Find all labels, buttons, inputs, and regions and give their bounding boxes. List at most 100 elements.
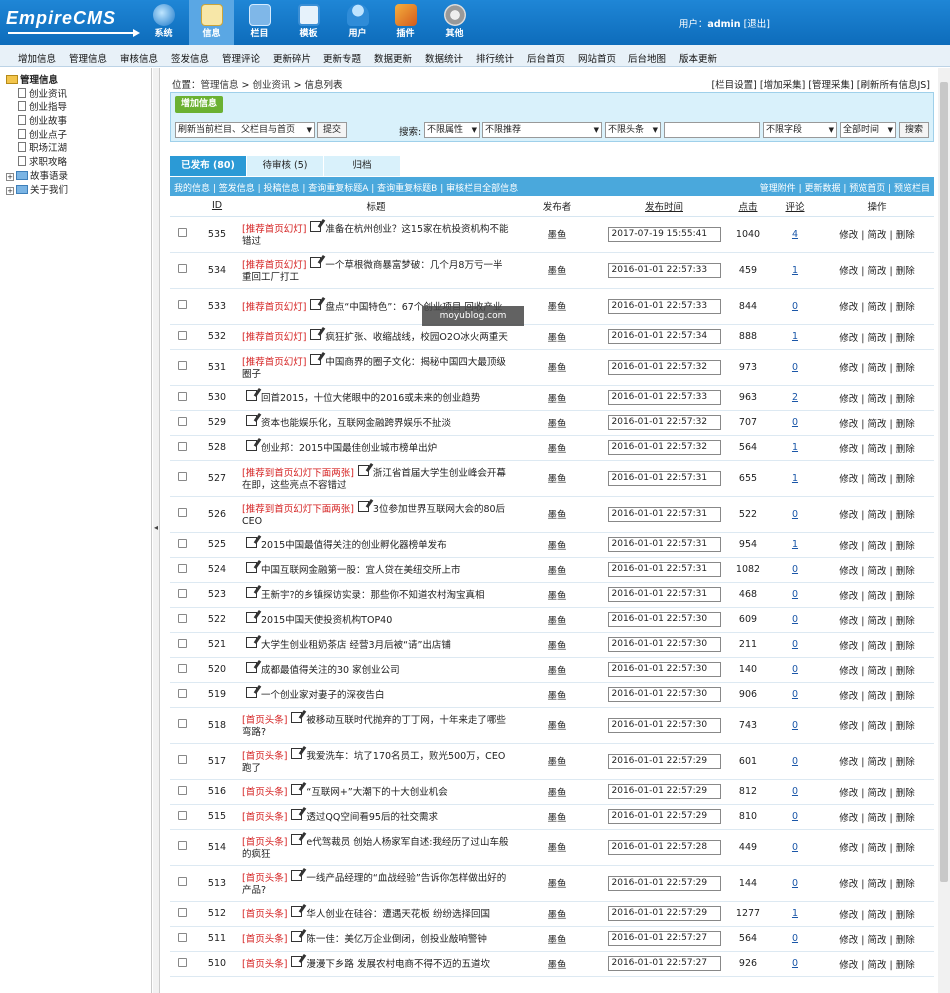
row-checkbox[interactable]: [177, 613, 187, 623]
delete-link[interactable]: 删除: [896, 541, 915, 552]
row-comments[interactable]: 0: [792, 614, 798, 625]
simple-edit-link[interactable]: 简改: [867, 541, 886, 552]
simple-edit-link[interactable]: 简改: [867, 788, 886, 799]
row-title[interactable]: 透过QQ空间看95后的社交需求: [306, 812, 438, 823]
edit-link[interactable]: 修改: [839, 843, 858, 854]
row-comments[interactable]: 1: [792, 473, 798, 484]
row-comments[interactable]: 1: [792, 908, 798, 919]
simple-edit-link[interactable]: 简改: [867, 879, 886, 890]
breadcrumb-manage-info[interactable]: 管理信息: [201, 80, 239, 91]
row-comments[interactable]: 4: [792, 229, 798, 240]
submit-button[interactable]: 提交: [317, 122, 347, 138]
delete-link[interactable]: 删除: [896, 757, 915, 768]
delete-link[interactable]: 删除: [896, 419, 915, 430]
edit-link[interactable]: 修改: [839, 813, 858, 824]
edit-link[interactable]: 修改: [839, 591, 858, 602]
delete-link[interactable]: 删除: [896, 721, 915, 732]
edit-link[interactable]: 修改: [839, 616, 858, 627]
row-title[interactable]: 陈一佳：美亿万企业倒闭，创投业敲响警钟: [306, 934, 487, 945]
breadcrumb-category[interactable]: 创业资讯: [253, 80, 291, 91]
row-checkbox[interactable]: [177, 330, 187, 340]
nav-plugin[interactable]: 插件: [383, 0, 428, 45]
add-info-button[interactable]: 增加信息: [175, 96, 223, 113]
row-comments[interactable]: 1: [792, 265, 798, 276]
expand-plus-icon[interactable]: +: [6, 172, 14, 181]
row-comments[interactable]: 0: [792, 589, 798, 600]
simple-edit-link[interactable]: 简改: [867, 566, 886, 577]
row-checkbox[interactable]: [177, 300, 187, 309]
delete-link[interactable]: 删除: [896, 266, 915, 277]
row-title[interactable]: 王新宇?的乡镇探访实录：那些你不知道农村淘宝真相: [261, 590, 485, 601]
edit-link[interactable]: 修改: [839, 333, 858, 344]
simple-edit-link[interactable]: 简改: [867, 333, 886, 344]
delete-link[interactable]: 删除: [896, 591, 915, 602]
row-comments[interactable]: 0: [792, 564, 798, 575]
tree-group[interactable]: + 故事语录: [6, 170, 68, 184]
tree-item[interactable]: 创业点子: [6, 128, 68, 143]
edit-link[interactable]: 修改: [839, 721, 858, 732]
edit-note-icon[interactable]: [246, 637, 257, 648]
row-comments[interactable]: 0: [792, 756, 798, 767]
nav-column[interactable]: 栏目: [237, 0, 282, 45]
row-comments[interactable]: 0: [792, 664, 798, 675]
row-comments[interactable]: 0: [792, 362, 798, 373]
tab-pending[interactable]: 待审核 (5): [247, 156, 323, 176]
delete-link[interactable]: 删除: [896, 691, 915, 702]
row-checkbox[interactable]: [177, 841, 187, 850]
row-comments[interactable]: 0: [792, 842, 798, 853]
recommend-select[interactable]: 不限推荐: [482, 122, 602, 138]
menu-admin-map[interactable]: 后台地图: [628, 51, 666, 65]
row-comments[interactable]: 0: [792, 689, 798, 700]
simple-edit-link[interactable]: 简改: [867, 666, 886, 677]
edit-link[interactable]: 修改: [839, 510, 858, 521]
delete-link[interactable]: 删除: [896, 616, 915, 627]
delete-link[interactable]: 删除: [896, 813, 915, 824]
edit-note-icon[interactable]: [310, 220, 322, 232]
keyword-input[interactable]: [664, 122, 760, 138]
row-checkbox[interactable]: [177, 441, 187, 451]
edit-note-icon[interactable]: [291, 906, 303, 917]
edit-note-icon[interactable]: [291, 956, 303, 967]
collapse-arrow-icon[interactable]: ◂: [154, 523, 158, 532]
simple-edit-link[interactable]: 简改: [867, 910, 886, 921]
tree-item[interactable]: 创业故事: [6, 115, 68, 129]
edit-link[interactable]: 修改: [839, 394, 858, 405]
edit-note-icon[interactable]: [291, 711, 303, 723]
row-checkbox[interactable]: [177, 538, 187, 548]
row-checkbox[interactable]: [177, 416, 187, 426]
row-comments[interactable]: 0: [792, 417, 798, 428]
logout-link[interactable]: [退出]: [744, 19, 770, 30]
menu-manage-info[interactable]: 管理信息: [69, 51, 107, 65]
row-checkbox[interactable]: [177, 472, 187, 481]
edit-note-icon[interactable]: [246, 440, 257, 451]
scrollbar[interactable]: [938, 68, 950, 993]
delete-link[interactable]: 删除: [896, 474, 915, 485]
row-comments[interactable]: 1: [792, 331, 798, 342]
edit-link[interactable]: 修改: [839, 566, 858, 577]
edit-link[interactable]: 修改: [839, 879, 858, 890]
delete-link[interactable]: 删除: [896, 566, 915, 577]
edit-link[interactable]: 修改: [839, 910, 858, 921]
edit-link[interactable]: 修改: [839, 363, 858, 374]
edit-link[interactable]: 修改: [839, 691, 858, 702]
delete-link[interactable]: 删除: [896, 788, 915, 799]
menu-manage-comments[interactable]: 管理评论: [222, 51, 260, 65]
row-comments[interactable]: 0: [792, 509, 798, 520]
row-checkbox[interactable]: [177, 755, 187, 764]
delete-link[interactable]: 删除: [896, 302, 915, 313]
simple-edit-link[interactable]: 简改: [867, 843, 886, 854]
nav-user[interactable]: 用户: [335, 0, 380, 45]
edit-link[interactable]: 修改: [839, 541, 858, 552]
row-comments[interactable]: 2: [792, 392, 798, 403]
edit-note-icon[interactable]: [246, 537, 257, 548]
row-title[interactable]: 2015中国天使投资机构TOP40: [261, 615, 392, 626]
row-comments[interactable]: 1: [792, 442, 798, 453]
simple-edit-link[interactable]: 简改: [867, 230, 886, 241]
delete-link[interactable]: 删除: [896, 444, 915, 455]
header-id[interactable]: ID: [194, 196, 240, 217]
edit-link[interactable]: 修改: [839, 302, 858, 313]
delete-link[interactable]: 删除: [896, 935, 915, 946]
row-title[interactable]: 创业邦：2015中国最佳创业城市榜单出炉: [261, 443, 437, 454]
simple-edit-link[interactable]: 简改: [867, 444, 886, 455]
edit-note-icon[interactable]: [291, 931, 303, 942]
